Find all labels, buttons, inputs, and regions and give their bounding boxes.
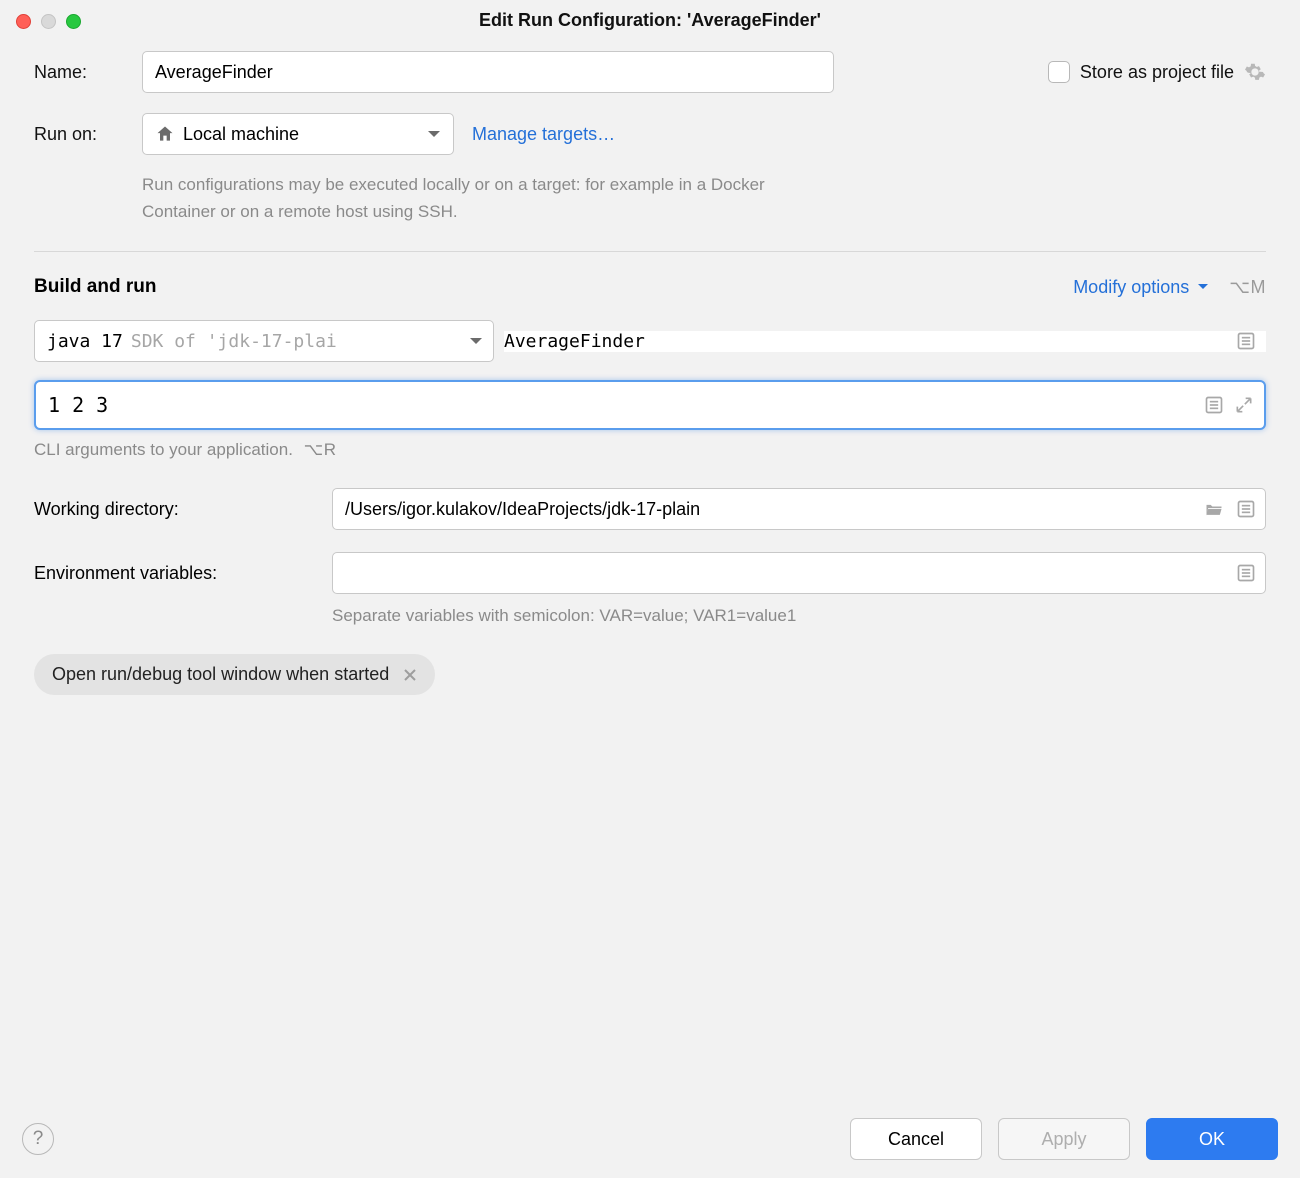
minimize-window-button[interactable] <box>41 14 56 29</box>
environment-variables-row: Environment variables: <box>34 552 1266 594</box>
name-input[interactable] <box>142 51 834 93</box>
workdir-icons <box>1204 499 1256 519</box>
name-row: Name: Store as project file <box>34 51 1266 93</box>
list-icon[interactable] <box>1236 331 1256 351</box>
divider <box>34 251 1266 252</box>
sdk-name: java 17 <box>47 331 123 352</box>
gear-icon[interactable] <box>1244 61 1266 83</box>
footer: ? Cancel Apply OK <box>0 1100 1300 1178</box>
list-icon[interactable] <box>1204 395 1224 415</box>
sdk-detail: SDK of 'jdk-17-plai <box>131 331 337 352</box>
program-arguments-field[interactable] <box>34 380 1266 430</box>
main-class-field[interactable] <box>504 320 1266 362</box>
chevron-down-icon <box>1197 283 1209 291</box>
folder-open-icon[interactable] <box>1204 499 1224 519</box>
window-controls <box>16 14 81 29</box>
help-button[interactable]: ? <box>22 1123 54 1155</box>
zoom-window-button[interactable] <box>66 14 81 29</box>
run-on-row: Run on: Local machine Manage targets… <box>34 113 1266 155</box>
environment-variables-hint: Separate variables with semicolon: VAR=v… <box>332 606 1266 626</box>
run-on-value: Local machine <box>183 124 299 145</box>
main-class-input[interactable] <box>504 331 1266 352</box>
env-icons <box>1236 563 1256 583</box>
modify-options-group[interactable]: Modify options ⌥M <box>1073 277 1266 298</box>
args-shortcut: ⌥R <box>304 440 337 459</box>
environment-variables-box <box>332 552 1266 594</box>
build-and-run-header: Build and run Modify options ⌥M <box>34 276 1266 298</box>
name-label: Name: <box>34 62 142 83</box>
close-window-button[interactable] <box>16 14 31 29</box>
working-directory-label: Working directory: <box>34 499 332 520</box>
chevron-down-icon <box>427 129 441 139</box>
footer-buttons: Cancel Apply OK <box>850 1118 1278 1160</box>
run-on-select[interactable]: Local machine <box>142 113 454 155</box>
run-on-label: Run on: <box>34 124 142 145</box>
expand-icon[interactable] <box>1234 395 1254 415</box>
manage-targets-link[interactable]: Manage targets… <box>472 124 615 145</box>
modify-options-link[interactable]: Modify options <box>1073 277 1189 298</box>
environment-variables-label: Environment variables: <box>34 563 332 584</box>
dialog-window: Edit Run Configuration: 'AverageFinder' … <box>0 0 1300 1178</box>
program-arguments-input[interactable] <box>48 393 1252 417</box>
home-icon <box>155 124 175 144</box>
main-class-icons <box>1236 331 1256 351</box>
close-icon[interactable] <box>403 668 417 682</box>
chip-label: Open run/debug tool window when started <box>52 664 389 685</box>
dialog-title: Edit Run Configuration: 'AverageFinder' <box>479 10 821 31</box>
environment-variables-input[interactable] <box>332 552 1266 594</box>
content: Name: Store as project file Run on: Loca… <box>0 37 1300 1100</box>
cancel-button[interactable]: Cancel <box>850 1118 982 1160</box>
store-as-project-file-group: Store as project file <box>1048 61 1266 83</box>
titlebar: Edit Run Configuration: 'AverageFinder' <box>0 0 1300 37</box>
sdk-class-row: java 17 SDK of 'jdk-17-plai <box>34 320 1266 362</box>
modify-options-shortcut: ⌥M <box>1229 277 1266 298</box>
ok-button[interactable]: OK <box>1146 1118 1278 1160</box>
apply-button[interactable]: Apply <box>998 1118 1130 1160</box>
args-icons <box>1204 395 1254 415</box>
store-as-project-file-checkbox[interactable] <box>1048 61 1070 83</box>
store-as-project-file-label: Store as project file <box>1080 62 1234 83</box>
args-hint: CLI arguments to your application. ⌥R <box>34 440 1266 460</box>
chevron-down-icon <box>469 336 483 346</box>
option-chip-open-tool-window[interactable]: Open run/debug tool window when started <box>34 654 435 695</box>
working-directory-box <box>332 488 1266 530</box>
args-hint-text: CLI arguments to your application. <box>34 440 293 459</box>
list-icon[interactable] <box>1236 563 1256 583</box>
build-and-run-title: Build and run <box>34 276 156 298</box>
working-directory-row: Working directory: <box>34 488 1266 530</box>
run-on-hint: Run configurations may be executed local… <box>142 171 842 225</box>
list-icon[interactable] <box>1236 499 1256 519</box>
working-directory-input[interactable] <box>332 488 1266 530</box>
sdk-select[interactable]: java 17 SDK of 'jdk-17-plai <box>34 320 494 362</box>
